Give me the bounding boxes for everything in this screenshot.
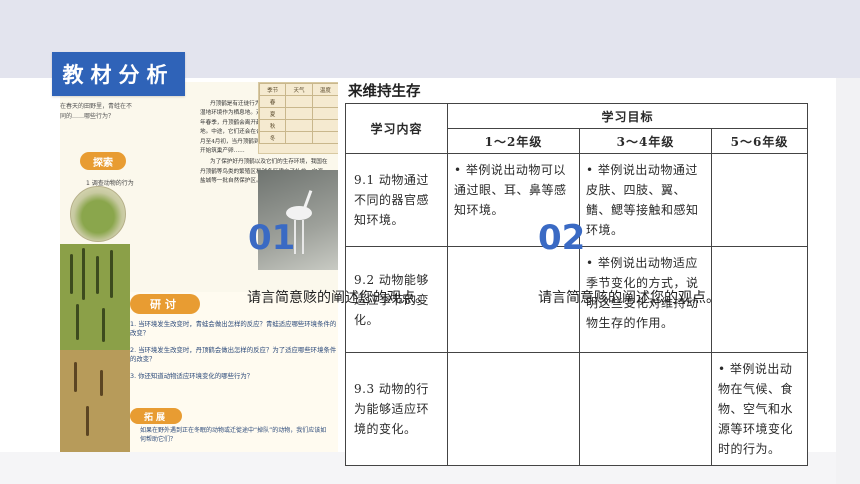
table-cell-content: 9.3 动物的行为能够适应环境的变化。 bbox=[345, 352, 448, 466]
grid-row-label: 秋 bbox=[258, 119, 287, 132]
section-title: 教材分析 bbox=[52, 52, 185, 96]
standards-table: 学习内容 学习目标 1～2年级 3～4年级 5～6年级 9.1 动物通过不同的器… bbox=[345, 103, 808, 466]
header-content: 学习内容 bbox=[345, 103, 448, 154]
grid-row-label: 冬 bbox=[258, 131, 287, 144]
grade-header: 5～6年级 bbox=[711, 128, 808, 154]
table-cell: • 举例说出动物通过皮肤、四肢、翼、鳍、鳃等接触和感知环境。 bbox=[579, 153, 712, 247]
discuss-question: 3. 你还知道动物适应环境变化的哪些行为？ bbox=[130, 372, 254, 380]
right-decor-strip bbox=[836, 78, 860, 484]
marker-caption-02: 请言简意赅的阐述您的观点。 bbox=[538, 290, 720, 306]
grid-header: 天气 bbox=[285, 83, 313, 96]
grid-row-label: 春 bbox=[258, 95, 287, 108]
marker-caption-01: 请言简意赅的阐述您的观点。 bbox=[247, 290, 429, 306]
discuss-question: 2. 当环境发生改变时，丹顶鹤会做出怎样的反应？为了适应哪些环境条件的改变？ bbox=[130, 346, 337, 363]
textbook-page-image: 在春天的田野里，青蛙在不同的……哪些行为？ 探索 1 调查动物的行为 丹顶鹤是有… bbox=[60, 82, 338, 452]
table-cell bbox=[711, 153, 808, 247]
standards-title: 来维持生存 bbox=[348, 84, 421, 100]
season-grid-card: 季节 天气 温度 春 夏 秋 冬 bbox=[258, 82, 338, 154]
header-goal: 学习目标 bbox=[447, 103, 808, 129]
table-cell bbox=[711, 246, 808, 353]
frog-illustration bbox=[70, 186, 126, 242]
explore-tag: 探索 bbox=[80, 152, 126, 170]
discuss-section: 研讨 1. 当环境发生改变时，青蛙会做出怎样的反应？青蛙适应哪些环境条件的改变？… bbox=[130, 292, 338, 452]
grid-header: 季节 bbox=[258, 83, 287, 96]
table-cell-content: 9.1 动物通过不同的器官感知环境。 bbox=[345, 153, 448, 247]
table-cell: • 举例说出动物在气候、食物、空气和水源等环境变化时的行为。 bbox=[711, 352, 808, 466]
table-cell bbox=[579, 352, 712, 466]
expand-text: 如果在野外遇到正在冬眠的动物或迁徙途中“掉队”的动物，我们应该如何帮助它们？ bbox=[140, 427, 327, 443]
dry-field-illustration bbox=[60, 350, 130, 452]
grid-header: 温度 bbox=[311, 83, 338, 96]
discuss-tag: 研讨 bbox=[130, 294, 200, 314]
table-cell bbox=[447, 352, 580, 466]
discuss-question: 1. 当环境发生改变时，青蛙会做出怎样的反应？青蛙适应哪些环境条件的改变？ bbox=[130, 320, 337, 337]
grade-header: 3～4年级 bbox=[579, 128, 712, 154]
grid-row-label: 夏 bbox=[258, 107, 287, 120]
marker-number-02: 02 bbox=[538, 218, 586, 258]
expand-tag: 拓展 bbox=[130, 408, 182, 424]
textbook-side-note: 在春天的田野里，青蛙在不同的……哪些行为？ bbox=[60, 103, 133, 120]
grade-header: 1～2年级 bbox=[447, 128, 580, 154]
marker-number-01: 01 bbox=[248, 218, 296, 258]
slide: 在春天的田野里，青蛙在不同的……哪些行为？ 探索 1 调查动物的行为 丹顶鹤是有… bbox=[0, 0, 860, 484]
